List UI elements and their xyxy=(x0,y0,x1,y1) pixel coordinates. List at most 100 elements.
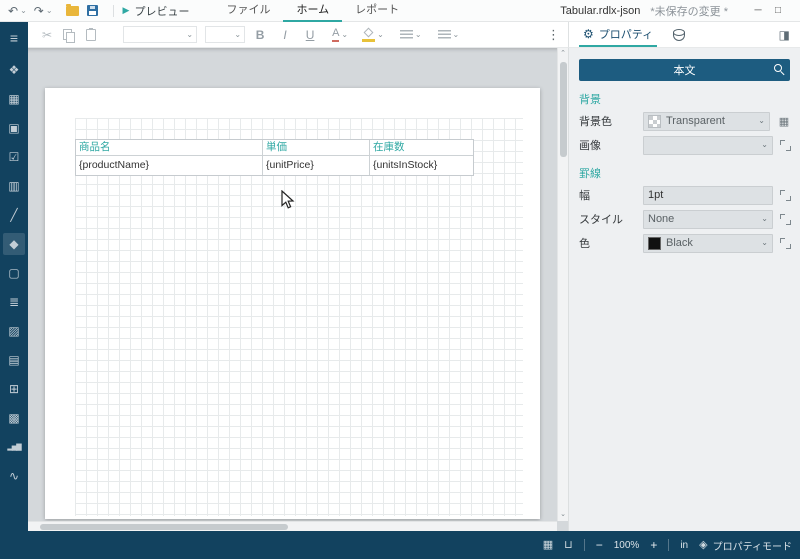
toolbox-textbox-icon[interactable]: ≣ xyxy=(3,291,25,313)
chevron-down-icon[interactable]: ⌄ xyxy=(453,30,460,39)
scroll-down-icon[interactable]: ⌄ xyxy=(560,509,566,521)
toolbox-image-icon[interactable]: ▣ xyxy=(3,117,25,139)
open-file-icon[interactable] xyxy=(65,3,79,16)
save-icon[interactable] xyxy=(86,5,98,16)
report-page[interactable]: 商品名 単価 在庫数 {productName} {unitPrice} {un… xyxy=(45,88,540,519)
black-swatch-icon xyxy=(648,236,661,250)
expand-property-icon[interactable] xyxy=(779,189,792,202)
minimize-button[interactable]: ─ xyxy=(748,5,768,16)
design-canvas[interactable]: 商品名 単価 在庫数 {productName} {unitPrice} {un… xyxy=(28,48,568,531)
tab-properties[interactable]: ⚙ プロパティ xyxy=(579,22,658,47)
table-header-cell[interactable]: 単価 xyxy=(263,140,370,155)
font-color-button[interactable]: A ⌄ xyxy=(332,27,348,42)
properties-tab-label: プロパティ xyxy=(598,28,654,41)
horizontal-scroll-thumb[interactable] xyxy=(40,523,288,530)
table-data-cell[interactable]: {productName} xyxy=(76,155,263,175)
border-width-input[interactable]: 1pt xyxy=(643,185,773,205)
toolbox-list-icon[interactable]: ▤ xyxy=(3,349,25,371)
image-dropdown[interactable]: ⌄ xyxy=(643,135,773,155)
chevron-down-icon[interactable]: ⌄ xyxy=(341,30,348,39)
align-vertical-button[interactable]: ⌄ xyxy=(437,30,460,39)
toolbox-container-icon[interactable]: ▢ xyxy=(3,262,25,284)
tab-file[interactable]: ファイル xyxy=(213,0,283,22)
horizontal-scrollbar[interactable] xyxy=(28,521,557,531)
report-table[interactable]: 商品名 単価 在庫数 {productName} {unitPrice} {un… xyxy=(75,139,474,176)
grid-view-icon[interactable]: ▦ xyxy=(543,539,553,551)
toolbox-tablix-icon[interactable]: ▦ xyxy=(3,88,25,110)
toolbox-checkbox-icon[interactable]: ☑ xyxy=(3,146,25,168)
copy-icon[interactable] xyxy=(63,28,76,43)
redo-button[interactable]: ↷ ⌄ xyxy=(34,4,53,18)
zoom-in-button[interactable]: + xyxy=(650,539,657,551)
tab-home[interactable]: ホーム xyxy=(283,0,343,22)
preview-label: プレビュー xyxy=(134,5,190,18)
chevron-down-icon: ⌄ xyxy=(761,238,768,247)
vertical-scroll-thumb[interactable] xyxy=(559,62,567,157)
report-designer-window: ↶ ⌄ ↷ ⌄ ▶ プレビュー ファイル ホーム レポート Tabular.rd… xyxy=(0,0,800,559)
expand-property-icon[interactable] xyxy=(779,237,792,250)
vertical-scrollbar[interactable]: ⌃ ⌄ xyxy=(557,48,568,521)
fill-pattern-icon[interactable]: ▦ xyxy=(776,115,792,128)
chevron-down-icon[interactable]: ⌄ xyxy=(377,30,384,39)
bold-button[interactable]: B xyxy=(250,28,270,42)
tab-report[interactable]: レポート xyxy=(342,0,412,22)
preview-button[interactable]: ▶ プレビュー xyxy=(123,3,190,19)
toolbox-sparkline-icon[interactable]: ∿ xyxy=(3,465,25,487)
table-header-row: 商品名 単価 在庫数 xyxy=(76,140,473,155)
fill-color-button[interactable]: ⌄ xyxy=(362,27,384,42)
underline-button[interactable]: U xyxy=(300,28,320,42)
property-row-background-color: 背景色 Transparent ⌄ ▦ xyxy=(579,111,792,131)
toolbox-richtext-icon[interactable]: ▨ xyxy=(3,320,25,342)
border-color-dropdown[interactable]: Black ⌄ xyxy=(643,233,773,253)
toolbox-line-icon[interactable]: ╱ xyxy=(3,204,25,226)
panel-layout-icon[interactable]: ◨ xyxy=(779,28,790,42)
align-horizontal-button[interactable]: ⌄ xyxy=(399,30,422,39)
expand-property-icon[interactable] xyxy=(779,139,792,152)
cut-icon[interactable]: ✂ xyxy=(42,29,52,41)
toolbox-matrix-icon[interactable]: ▩ xyxy=(3,407,25,429)
data-sources-icon[interactable] xyxy=(673,28,686,41)
statusbar-separator xyxy=(668,539,670,551)
table-header-cell[interactable]: 在庫数 xyxy=(370,140,473,155)
toolbox-barcode-icon[interactable]: ▥ xyxy=(3,175,25,197)
more-options-icon[interactable]: ⋮ xyxy=(547,27,560,43)
expand-property-icon[interactable] xyxy=(779,213,792,226)
property-mode-button[interactable]: ◈ プロパティモード xyxy=(699,538,792,553)
toolbox-chart-icon[interactable]: ▂▅▇ xyxy=(3,436,25,458)
hamburger-menu-icon[interactable]: ≡ xyxy=(3,27,25,49)
toolbox-ellipse-icon[interactable]: ◆ xyxy=(3,233,25,255)
page-view-icon[interactable]: ⊔ xyxy=(564,539,573,551)
redo-history-caret-icon[interactable]: ⌄ xyxy=(46,6,53,15)
italic-button[interactable]: I xyxy=(275,28,295,42)
chevron-down-icon[interactable]: ⌄ xyxy=(415,30,422,39)
unit-selector[interactable]: in xyxy=(680,540,688,551)
undo-history-caret-icon[interactable]: ⌄ xyxy=(20,6,27,15)
font-size-dropdown[interactable]: ⌄ xyxy=(205,26,246,43)
titlebar: ↶ ⌄ ↷ ⌄ ▶ プレビュー ファイル ホーム レポート Tabular.rd… xyxy=(0,0,800,22)
toolbox-shape-icon[interactable]: ❖ xyxy=(3,59,25,81)
align-left-icon xyxy=(399,30,413,39)
transparent-swatch-icon xyxy=(648,114,661,128)
scroll-up-icon[interactable]: ⌃ xyxy=(560,48,566,60)
border-style-dropdown[interactable]: None ⌄ xyxy=(643,209,773,229)
chevron-down-icon: ⌄ xyxy=(761,214,768,223)
element-selector-button[interactable]: 本文 xyxy=(579,59,790,81)
zoom-level[interactable]: 100% xyxy=(614,540,640,551)
zoom-out-button[interactable]: − xyxy=(596,539,603,551)
background-color-value: Transparent xyxy=(666,115,725,127)
table-data-cell[interactable]: {unitsInStock} xyxy=(370,155,473,175)
border-width-value: 1pt xyxy=(648,189,664,201)
paste-icon[interactable] xyxy=(86,27,97,41)
undo-button[interactable]: ↶ ⌄ xyxy=(8,4,27,18)
search-icon[interactable] xyxy=(774,64,782,72)
table-header-cell[interactable]: 商品名 xyxy=(76,140,263,155)
font-family-dropdown[interactable]: ⌄ xyxy=(123,26,198,43)
property-row-border-width: 幅 1pt xyxy=(579,185,792,205)
toolbox-sidebar: ≡ ❖ ▦ ▣ ☑ ▥ ╱ ◆ ▢ ≣ ▨ ▤ ⊞ ▩ ▂▅▇ ∿ xyxy=(0,22,28,531)
property-row-image: 画像 ⌄ xyxy=(579,135,792,155)
titlebar-left: ↶ ⌄ ↷ ⌄ ▶ プレビュー ファイル ホーム レポート xyxy=(0,0,412,22)
table-data-cell[interactable]: {unitPrice} xyxy=(263,155,370,175)
maximize-button[interactable]: □ xyxy=(768,5,788,16)
toolbox-table-icon[interactable]: ⊞ xyxy=(3,378,25,400)
background-color-dropdown[interactable]: Transparent ⌄ xyxy=(643,111,770,131)
